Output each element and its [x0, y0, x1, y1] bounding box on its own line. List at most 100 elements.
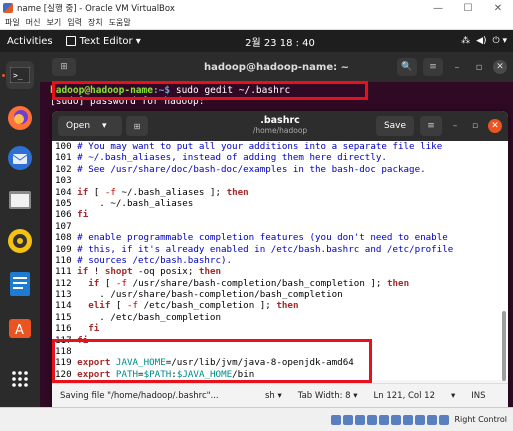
terminal-minimize-icon[interactable]: –: [449, 62, 465, 73]
active-indicator: [2, 74, 5, 77]
code-token: . /etc/bash_completion: [77, 311, 221, 323]
vbox-menu-file[interactable]: 파일: [5, 17, 20, 28]
shared-folder-icon[interactable]: [391, 414, 402, 425]
code-token: ~/.bash_aliases ];: [115, 186, 227, 198]
terminal-dock-icon[interactable]: >_: [6, 61, 34, 89]
thunderbird-dock-icon[interactable]: [6, 144, 34, 172]
line-number: 112: [55, 277, 72, 289]
vbox-close-button[interactable]: ✕: [483, 3, 513, 14]
code-token: if: [88, 277, 100, 289]
code-token: then: [226, 186, 249, 198]
network-adapter-icon[interactable]: [367, 414, 378, 425]
gedit-maximize-icon[interactable]: ▫: [468, 121, 482, 131]
line-number: 110: [55, 254, 72, 266]
terminal-search-icon[interactable]: 🔍: [397, 58, 417, 76]
line-number: 102: [55, 163, 72, 175]
code-token: export: [77, 357, 111, 369]
code-token: # ~/.bash_aliases, instead of adding the…: [77, 152, 387, 164]
code-token: . /usr/share/bash-completion/bash_comple…: [77, 289, 343, 301]
clock[interactable]: 2월 23 18 : 40: [230, 34, 330, 49]
code-line: 119 export JAVA_HOME=/usr/lib/jvm/java-8…: [55, 357, 508, 368]
open-button-label: Open: [66, 121, 91, 131]
code-token: [: [110, 300, 127, 312]
hard-disk-icon[interactable]: [331, 414, 342, 425]
language-selector[interactable]: sh ▾: [257, 391, 290, 401]
code-token: /usr/share/bash-completion/bash_completi…: [127, 277, 387, 289]
vbox-menu-devices[interactable]: 장치: [88, 17, 103, 28]
code-token: # sources /etc/bash.bashrc).: [77, 254, 233, 266]
vbox-minimize-button[interactable]: —: [423, 3, 453, 14]
vbox-menu-help[interactable]: 도움말: [109, 17, 131, 28]
terminal-maximize-icon[interactable]: ▫: [471, 62, 487, 73]
chevron-down-icon: ▾: [102, 121, 107, 131]
writer-dock-icon[interactable]: [6, 270, 34, 298]
vbox-window-title: name [실행 중] - Oracle VM VirtualBox: [17, 4, 175, 14]
terminal-menu-icon[interactable]: ≡: [423, 58, 443, 76]
system-tray[interactable]: ⁂ ◀) ⏻ ▾: [461, 36, 507, 46]
hamburger-menu-icon[interactable]: ≡: [420, 116, 442, 136]
vbox-window-controls: — ☐ ✕: [423, 3, 513, 14]
open-button[interactable]: Open ▾: [58, 116, 122, 136]
vbox-menu-view[interactable]: 보기: [46, 17, 61, 28]
vbox-menu-bar: 파일 머신 보기 입력 장치 도움말: [0, 16, 513, 30]
code-token: PATH: [115, 368, 139, 380]
firefox-dock-icon[interactable]: [6, 104, 34, 132]
text-editor-area[interactable]: 100 # You may want to put all your addit…: [52, 141, 508, 383]
terminal-command: sudo gedit ~/.bashrc: [170, 85, 291, 96]
audio-icon[interactable]: [355, 414, 366, 425]
code-token: then: [198, 266, 222, 278]
usb-icon[interactable]: [379, 414, 390, 425]
code-token: fi: [88, 323, 100, 335]
save-button[interactable]: Save: [376, 116, 414, 136]
line-number: 114: [55, 300, 72, 312]
code-line: 108 # enable programmable completion fea…: [55, 232, 508, 243]
gedit-minimize-icon[interactable]: –: [448, 121, 462, 131]
insert-mode-indicator[interactable]: INS: [463, 391, 493, 401]
terminal-body[interactable]: hadoop@hadoop-name:~$ sudo gedit ~/.bash…: [40, 82, 513, 107]
code-line: 120 export PATH=$PATH:$JAVA_HOME/bin: [55, 369, 508, 380]
recording-icon[interactable]: [415, 414, 426, 425]
new-document-button[interactable]: ⊞: [126, 116, 148, 136]
code-token: /etc/bash_completion ];: [138, 300, 277, 312]
activities-button[interactable]: Activities: [0, 36, 60, 47]
cpu-icon[interactable]: [427, 414, 438, 425]
gedit-header-bar: Open ▾ ⊞ .bashrc /home/hadoop Save ≡ – ▫…: [52, 111, 508, 141]
line-number: 107: [55, 220, 72, 232]
optical-drive-icon[interactable]: [343, 414, 354, 425]
files-dock-icon[interactable]: [6, 185, 34, 213]
display-icon[interactable]: [403, 414, 414, 425]
cursor-position-dropdown-icon[interactable]: ▾: [443, 391, 463, 401]
code-token: elif: [88, 300, 111, 312]
prompt-path: :~$: [152, 85, 171, 96]
vbox-menu-machine[interactable]: 머신: [26, 17, 41, 28]
volume-icon: ◀): [476, 36, 487, 46]
vbox-maximize-button[interactable]: ☐: [453, 3, 483, 14]
editor-scrollbar[interactable]: [502, 311, 506, 381]
code-token: # this, if it's already enabled in /etc/…: [77, 243, 454, 255]
terminal-close-icon[interactable]: ✕: [493, 60, 507, 74]
rhythmbox-dock-icon[interactable]: [6, 227, 34, 255]
code-token: if: [77, 186, 89, 198]
dock: >_ A: [0, 52, 40, 407]
terminal-new-tab-button[interactable]: ⊞: [52, 58, 76, 76]
app-menu[interactable]: Text Editor ▾: [65, 35, 141, 47]
app-menu-label: Text Editor ▾: [79, 35, 141, 47]
code-line: 112 if [ -f /usr/share/bash-completion/b…: [55, 278, 508, 289]
code-token: [: [88, 186, 105, 198]
show-applications-icon[interactable]: [6, 365, 34, 393]
vbox-status-bar: Right Control: [0, 407, 513, 431]
svg-text:>_: >_: [13, 71, 23, 80]
cursor-position[interactable]: Ln 121, Col 12: [366, 391, 443, 401]
vbox-menu-input[interactable]: 입력: [67, 17, 82, 28]
code-line: 107: [55, 221, 508, 232]
code-token: fi: [77, 334, 89, 346]
line-number: 119: [55, 357, 72, 369]
gedit-close-icon[interactable]: ✕: [488, 119, 502, 133]
code-line: 102 # See /usr/share/doc/bash-doc/exampl…: [55, 164, 508, 175]
software-center-dock-icon[interactable]: A: [6, 313, 34, 341]
code-token: -f: [104, 186, 116, 198]
mouse-integration-icon[interactable]: [439, 414, 450, 425]
tab-width-selector[interactable]: Tab Width: 8 ▾: [290, 391, 366, 401]
